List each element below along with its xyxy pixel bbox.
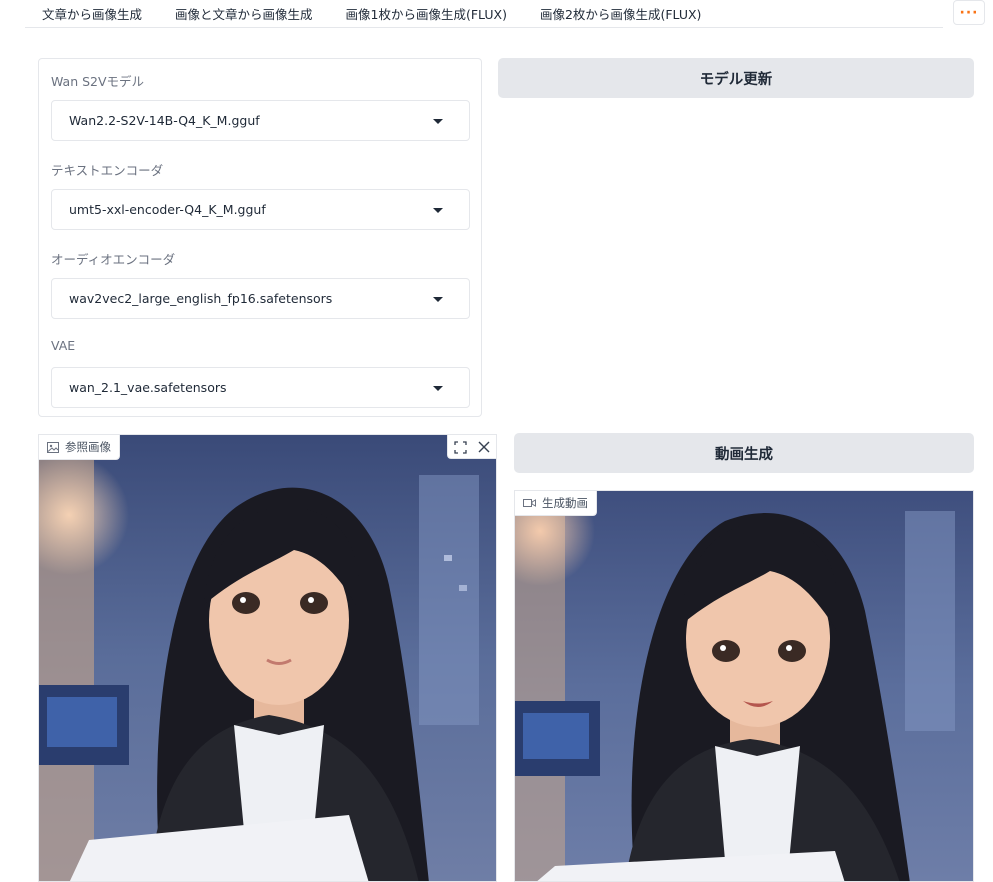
tab-text-to-image[interactable]: 文章から画像生成: [25, 0, 158, 27]
text-encoder-value: umt5-xxl-encoder-Q4_K_M.gguf: [69, 202, 266, 217]
generate-video-button[interactable]: 動画生成: [514, 433, 974, 473]
s2v-model-field: Wan S2Vモデル Wan2.2-S2V-14B-Q4_K_M.gguf: [51, 71, 470, 141]
output-video-frame: [515, 491, 973, 881]
text-encoder-dropdown[interactable]: umt5-xxl-encoder-Q4_K_M.gguf: [51, 189, 470, 230]
image-icon: [47, 441, 59, 453]
output-video-panel[interactable]: 生成動画: [514, 490, 974, 882]
audio-encoder-dropdown[interactable]: wav2vec2_large_english_fp16.safetensors: [51, 278, 470, 319]
audio-encoder-value: wav2vec2_large_english_fp16.safetensors: [69, 291, 333, 306]
chevron-down-icon: [433, 386, 443, 391]
model-settings-panel: Wan S2Vモデル Wan2.2-S2V-14B-Q4_K_M.gguf テキ…: [38, 58, 482, 417]
image-controls: [447, 435, 496, 459]
output-video-label: 生成動画: [542, 496, 588, 510]
text-encoder-label: テキストエンコーダ: [51, 163, 164, 178]
output-video-label-box: 生成動画: [515, 491, 597, 516]
close-icon[interactable]: [472, 435, 496, 459]
tab-two-images-flux[interactable]: 画像2枚から画像生成(FLUX): [523, 0, 717, 27]
audio-encoder-label: オーディオエンコーダ: [51, 252, 176, 267]
app-root: 文章から画像生成 画像と文章から画像生成 画像1枚から画像生成(FLUX) 画像…: [0, 0, 993, 882]
tab-image-text-to-image[interactable]: 画像と文章から画像生成: [158, 0, 329, 27]
reference-image-label: 参照画像: [65, 440, 111, 454]
reference-image-panel[interactable]: 参照画像: [38, 434, 497, 882]
vae-field: VAE wan_2.1_vae.safetensors: [51, 338, 470, 408]
text-encoder-field: テキストエンコーダ umt5-xxl-encoder-Q4_K_M.gguf: [51, 160, 470, 230]
reference-image-label-box: 参照画像: [39, 435, 120, 460]
tab-bar: 文章から画像生成 画像と文章から画像生成 画像1枚から画像生成(FLUX) 画像…: [25, 0, 943, 28]
tab-one-image-flux[interactable]: 画像1枚から画像生成(FLUX): [329, 0, 523, 27]
fullscreen-icon[interactable]: [448, 435, 472, 459]
video-icon: [523, 499, 536, 507]
vae-label: VAE: [51, 338, 76, 353]
more-tabs-button[interactable]: ···: [953, 0, 985, 25]
chevron-down-icon: [433, 119, 443, 124]
s2v-model-dropdown[interactable]: Wan2.2-S2V-14B-Q4_K_M.gguf: [51, 100, 470, 141]
reference-image: [39, 435, 496, 881]
vae-dropdown[interactable]: wan_2.1_vae.safetensors: [51, 367, 470, 408]
update-models-button[interactable]: モデル更新: [498, 58, 974, 98]
s2v-model-label: Wan S2Vモデル: [51, 74, 145, 89]
chevron-down-icon: [433, 297, 443, 302]
s2v-model-value: Wan2.2-S2V-14B-Q4_K_M.gguf: [69, 113, 260, 128]
audio-encoder-field: オーディオエンコーダ wav2vec2_large_english_fp16.s…: [51, 249, 470, 319]
chevron-down-icon: [433, 208, 443, 213]
vae-value: wan_2.1_vae.safetensors: [69, 380, 227, 395]
